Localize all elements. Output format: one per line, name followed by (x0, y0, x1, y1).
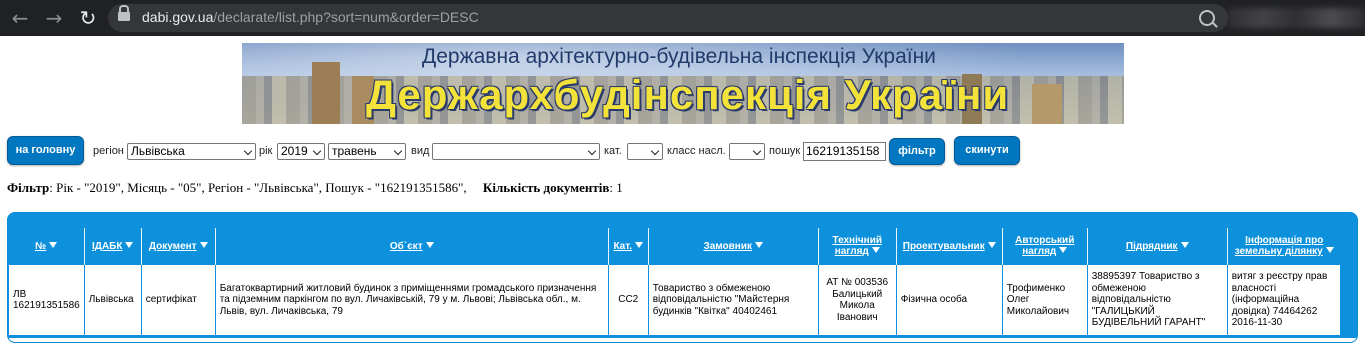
table-row: ЛВ 162191351586 Львівська сертифікат Баг… (8, 264, 1342, 336)
cell-category: СС2 (607, 264, 649, 336)
column-header-number[interactable]: № (8, 228, 85, 265)
column-header-document[interactable]: Документ (140, 228, 216, 265)
year-label: рік (259, 145, 273, 157)
sort-arrow-icon (1180, 241, 1189, 248)
document-count-label: Кількість документів (482, 180, 610, 195)
column-header-author-supervision[interactable]: Авторський нагляд (1001, 228, 1088, 265)
column-header-customer[interactable]: Замовник (647, 228, 819, 265)
url-text[interactable]: dabi.gov.ua/declarate/list.php?sort=num&… (142, 9, 479, 25)
sort-arrow-icon (49, 241, 58, 248)
year-select[interactable]: 2019 (277, 143, 325, 160)
class-select[interactable] (729, 143, 765, 160)
results-table: № ІДАБК Документ Об`єкт Кат. Замовник Те… (8, 228, 1342, 336)
site-banner[interactable]: Державна архітектурно-будівельна інспекц… (242, 43, 1124, 124)
column-header-category[interactable]: Кат. (607, 228, 649, 265)
cell-tech-supervision: АТ № 003536 Балицький Микола Іванович (817, 264, 897, 336)
extension-icons[interactable] (1228, 8, 1365, 28)
sort-arrow-icon (871, 247, 880, 253)
cell-number: ЛВ 162191351586 (8, 264, 85, 336)
search-input[interactable]: 16219135158 (803, 142, 886, 161)
search-label: пошук (769, 145, 801, 157)
filter-summary-label: Фільтр (7, 180, 50, 195)
cell-land-info: витяг з реєстру прав власності (інформац… (1226, 264, 1342, 336)
column-header-object[interactable]: Об`єкт (214, 228, 609, 265)
browser-toolbar: ← → ↻ dabi.gov.ua/declarate/list.php?sor… (0, 0, 1365, 36)
home-button[interactable]: на головну (7, 136, 84, 165)
cell-document: сертифікат (140, 264, 216, 336)
cell-object: Багатоквартирний житловий будинок з прим… (214, 264, 609, 336)
cell-customer: Товариство з обмеженою відповідальністю … (647, 264, 819, 336)
reload-icon[interactable]: ↻ (76, 6, 100, 30)
cell-idabk: Львівська (83, 264, 142, 336)
column-header-land-info[interactable]: Інформація про земельну ділянку (1226, 228, 1341, 265)
month-select[interactable]: травень (328, 143, 406, 160)
sort-arrow-icon (755, 241, 763, 248)
category-select[interactable] (627, 143, 663, 160)
region-label: регіон (93, 145, 124, 157)
reset-button[interactable]: скинути (954, 136, 1020, 165)
column-header-contractor[interactable]: Підрядник (1086, 228, 1228, 265)
sort-arrow-icon (425, 241, 434, 248)
filter-button[interactable]: фільтр (889, 138, 945, 165)
banner-subtitle: Державна архітектурно-будівельна інспекц… (422, 45, 936, 68)
sort-arrow-icon (1325, 247, 1334, 253)
document-count-value: : 1 (609, 180, 623, 195)
sort-arrow-icon (125, 241, 134, 248)
column-header-idabk[interactable]: ІДАБК (83, 228, 142, 265)
zoom-icon[interactable] (1199, 10, 1215, 26)
url-host: dabi.gov.ua (142, 9, 214, 25)
sort-arrow-icon (635, 241, 644, 248)
sort-arrow-icon (987, 241, 996, 248)
cell-designer: Фізична особа (895, 264, 1003, 336)
filter-summary-text: : Рік - "2019", Місяць - "05", Регіон - … (49, 180, 467, 195)
forward-icon[interactable]: → (42, 6, 66, 30)
results-table-container: № ІДАБК Документ Об`єкт Кат. Замовник Те… (7, 212, 1358, 343)
banner-title: Держархбудінспекція України (366, 71, 1010, 118)
back-icon[interactable]: ← (8, 6, 32, 30)
class-label: класс насл. (667, 145, 726, 157)
cell-contractor: 38895397 Товариство з обмеженою відповід… (1086, 264, 1228, 336)
region-select[interactable]: Львівська (127, 143, 256, 160)
sort-arrow-icon (199, 241, 208, 248)
sort-arrow-icon (1059, 247, 1068, 253)
column-header-designer[interactable]: Проектувальник (895, 228, 1003, 265)
type-select[interactable] (432, 143, 600, 160)
table-header-row: № ІДАБК Документ Об`єкт Кат. Замовник Те… (8, 228, 1341, 265)
cell-author-supervision: Трофименко Олег Миколайович (1001, 264, 1088, 336)
lock-icon[interactable] (118, 5, 130, 21)
column-header-tech-supervision[interactable]: Технічний нагляд (817, 228, 897, 265)
category-label: кат. (604, 145, 622, 157)
type-label: вид (411, 145, 430, 157)
url-path: /declarate/list.php?sort=num&order=DESC (213, 9, 479, 25)
filter-summary: Фільтр: Рік - "2019", Місяць - "05", Рег… (7, 180, 623, 196)
